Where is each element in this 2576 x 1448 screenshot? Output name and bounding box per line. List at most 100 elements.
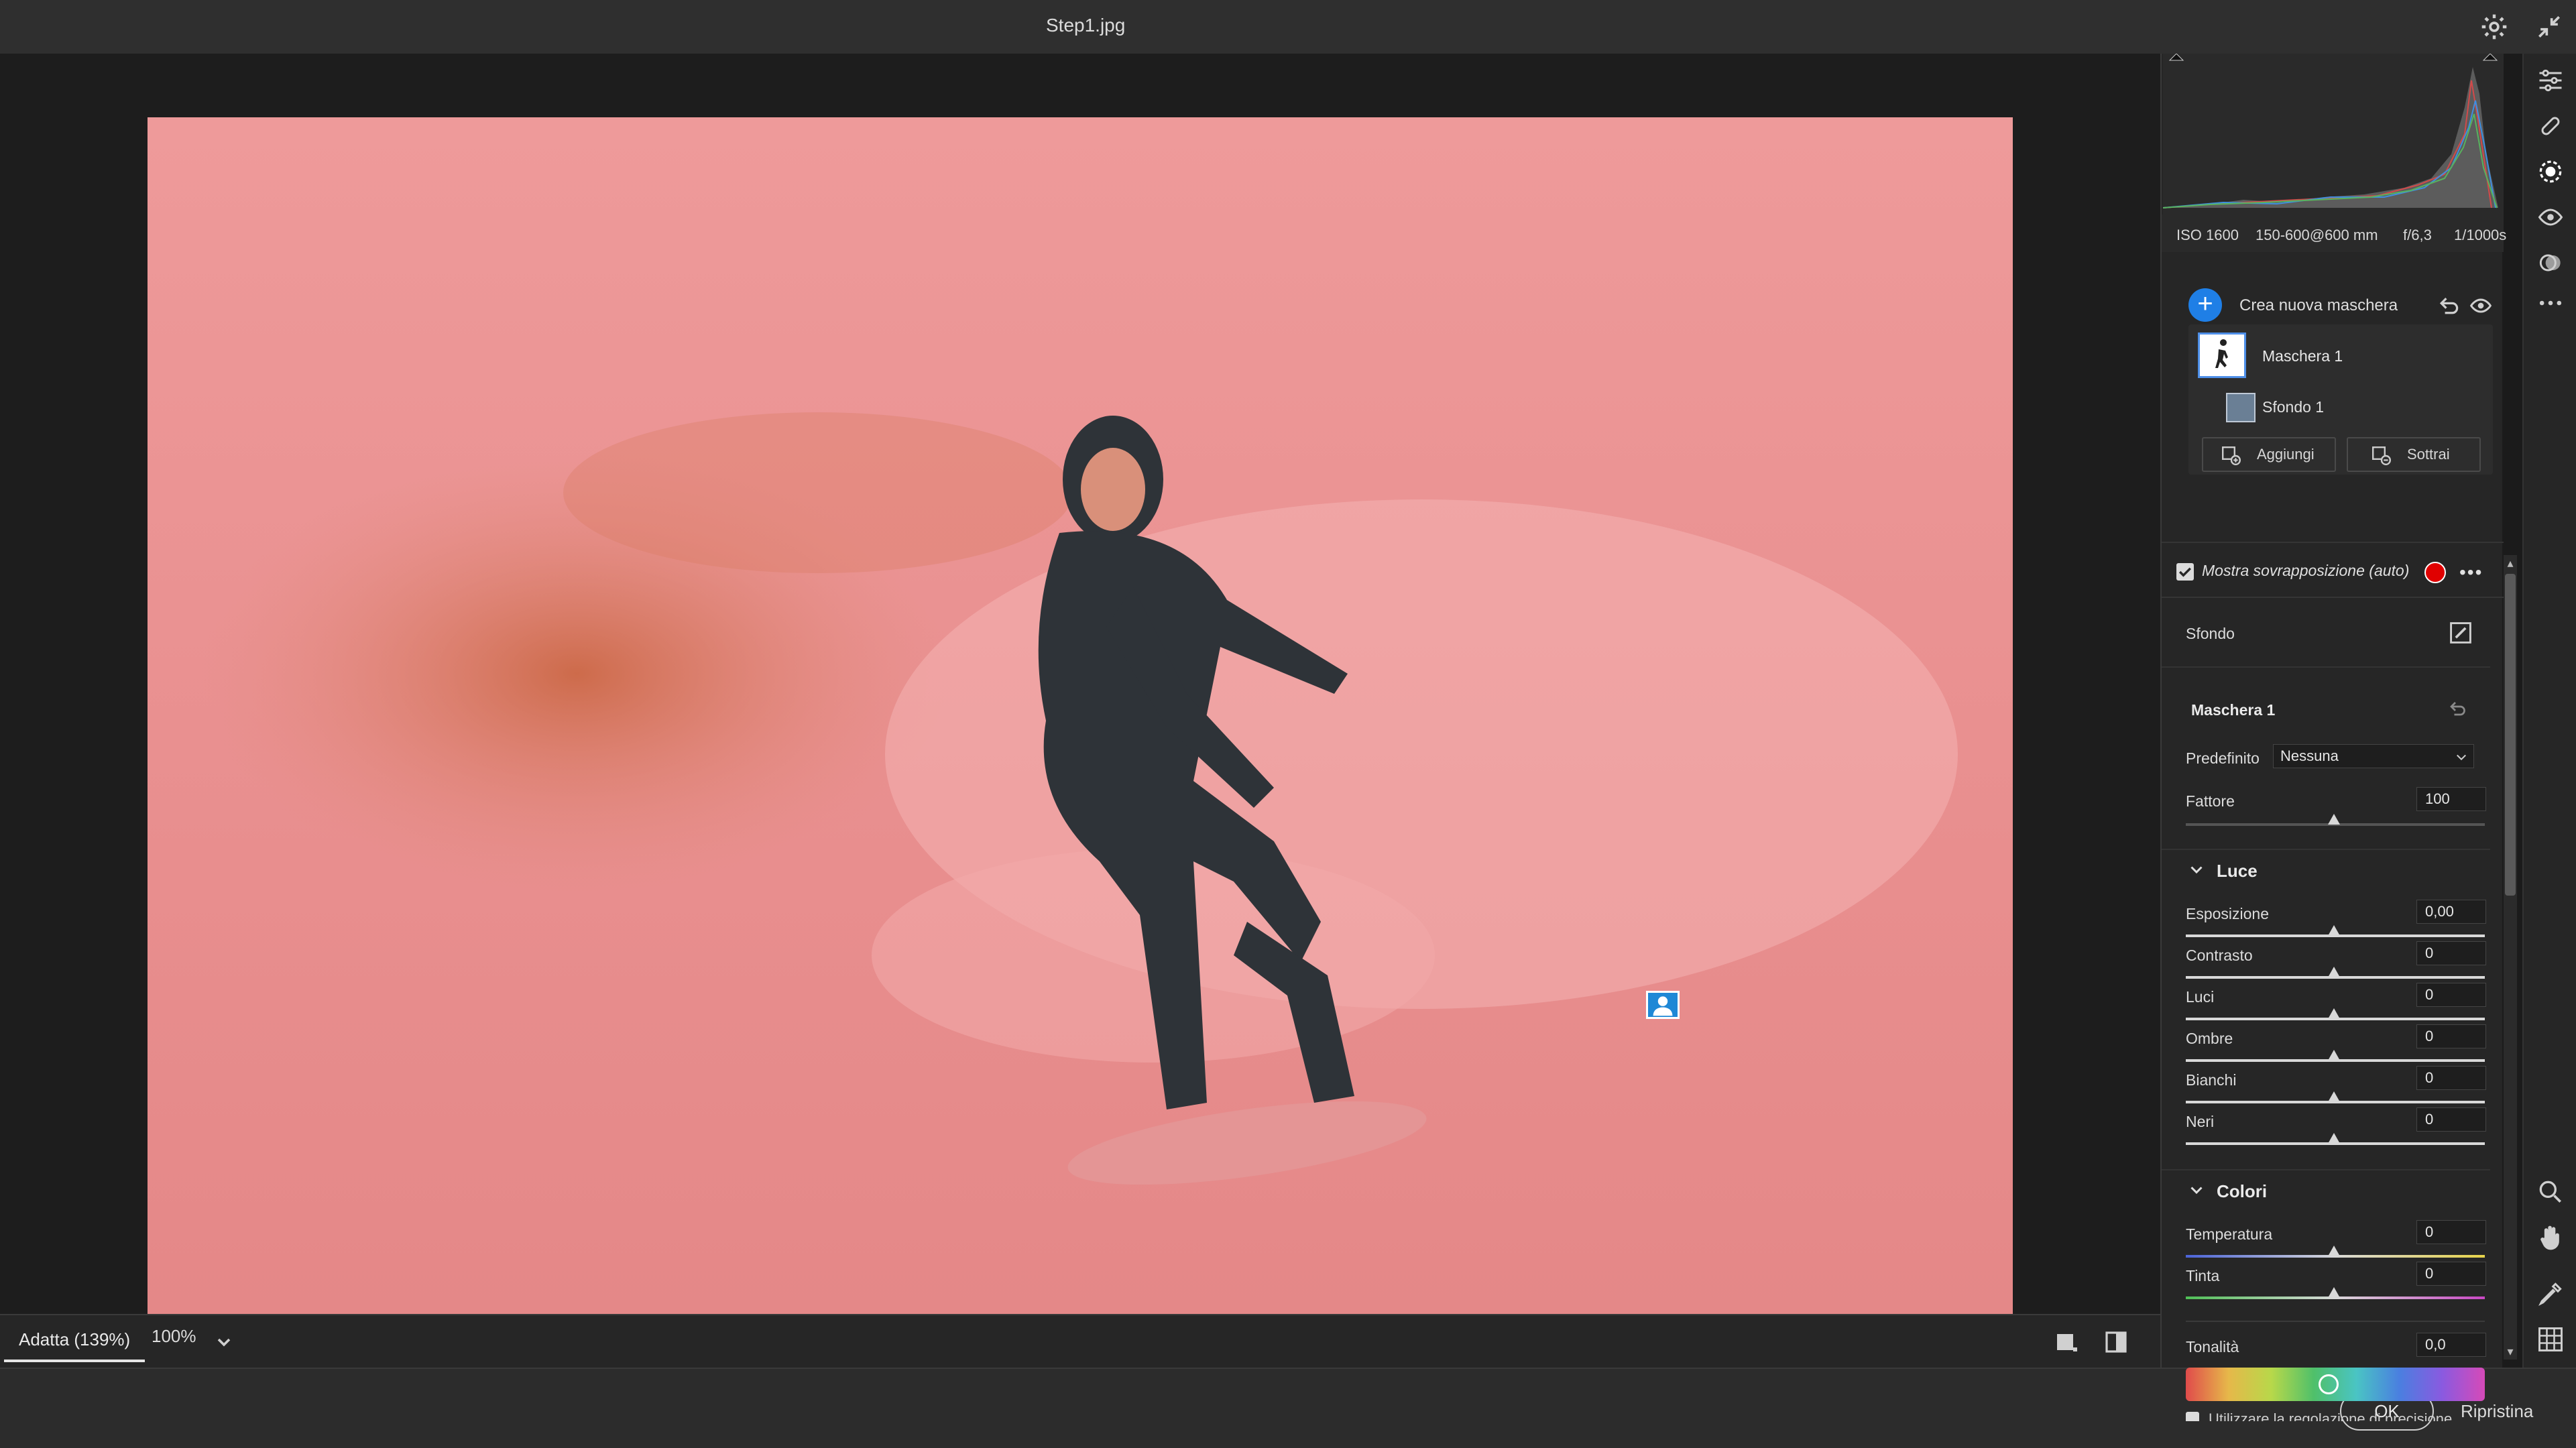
whites-slider-thumb[interactable] — [2328, 1091, 2340, 1102]
photo-preview[interactable] — [148, 117, 2013, 1360]
preset-value: Nessuna — [2280, 747, 2339, 764]
exposure-value[interactable]: 0,00 — [2416, 900, 2486, 924]
contrast-slider-thumb[interactable] — [2328, 967, 2340, 977]
divider — [2186, 1321, 2485, 1322]
histogram — [2162, 53, 2504, 215]
highlights-label: Luci — [2186, 988, 2215, 1006]
exif-lens: 150-600@600 mm — [2256, 227, 2378, 243]
exif-info: ISO 1600 150-600@600 mm f/6,3 1/1000s — [2162, 215, 2506, 252]
subtract-mask-icon — [2372, 446, 2391, 465]
more-options-icon[interactable]: ••• — [2459, 562, 2483, 583]
light-section-header[interactable]: Luce — [2162, 849, 2490, 889]
tint-slider-thumb[interactable] — [2328, 1287, 2340, 1298]
mask1-label[interactable]: Maschera 1 — [2262, 347, 2343, 365]
contrast-value[interactable]: 0 — [2416, 941, 2486, 965]
shadows-slider-thumb[interactable] — [2328, 1050, 2340, 1061]
factor-slider-thumb[interactable] — [2328, 814, 2340, 825]
right-panel: ISO 1600 150-600@600 mm f/6,3 1/1000s + … — [2160, 53, 2506, 1421]
scrollbar-thumb[interactable] — [2505, 574, 2516, 896]
hue-slider[interactable] — [2186, 1368, 2485, 1401]
shadows-label: Ombre — [2186, 1030, 2233, 1047]
factor-value[interactable]: 100 — [2416, 787, 2486, 811]
scroll-up-icon[interactable]: ▴ — [2504, 555, 2517, 571]
refine-label: Utilizzare la regolazione di precisione — [2209, 1410, 2453, 1421]
blacks-slider-thumb[interactable] — [2328, 1133, 2340, 1144]
background1-label[interactable]: Sfondo 1 — [2262, 398, 2324, 416]
masking-icon[interactable] — [2536, 157, 2565, 186]
overlay-checkbox[interactable] — [2176, 563, 2194, 581]
whites-value[interactable]: 0 — [2416, 1066, 2486, 1090]
healing-brush-icon[interactable] — [2536, 111, 2565, 141]
add-button[interactable]: Aggiungi — [2202, 437, 2336, 472]
refine-checkbox[interactable] — [2186, 1412, 2199, 1421]
add-button-label: Aggiungi — [2257, 446, 2315, 463]
tint-value[interactable]: 0 — [2416, 1262, 2486, 1286]
chevron-down-icon — [2190, 1187, 2203, 1195]
zoom-bar: Adatta (139%) 100% — [0, 1314, 2160, 1368]
tint-label: Tinta — [2186, 1267, 2220, 1284]
whites-label: Bianchi — [2186, 1071, 2237, 1089]
eyedropper-icon[interactable] — [2536, 1279, 2565, 1309]
hue-value[interactable]: 0,0 — [2416, 1333, 2486, 1357]
add-mask-icon — [2222, 446, 2241, 465]
preset-dropdown[interactable]: Nessuna — [2273, 744, 2474, 768]
panel-scrollbar[interactable]: ▴ ▾ — [2504, 555, 2517, 1360]
overlay-row: Mostra sovrapposizione (auto) ••• — [2162, 542, 2504, 598]
highlights-slider-thumb[interactable] — [2328, 1008, 2340, 1019]
canvas-area — [0, 54, 2160, 1360]
title-bar: Step1.jpg — [0, 0, 2576, 54]
hue-label: Tonalità — [2186, 1338, 2239, 1355]
zoom-icon[interactable] — [2536, 1177, 2565, 1207]
scroll-down-icon[interactable]: ▾ — [2504, 1343, 2517, 1360]
mask-list: Maschera 1 Sfondo 1 Aggiungi Sottrai — [2188, 324, 2493, 475]
exposure-label: Esposizione — [2186, 905, 2270, 922]
edit-sliders-icon[interactable] — [2536, 66, 2565, 95]
gear-icon[interactable] — [2479, 12, 2509, 42]
chevron-down-icon — [2457, 754, 2466, 761]
subtract-button-label: Sottrai — [2407, 446, 2450, 463]
edit-mask-icon[interactable] — [2449, 621, 2473, 645]
colors-section-header[interactable]: Colori — [2162, 1169, 2490, 1209]
blacks-label: Neri — [2186, 1113, 2215, 1130]
preset-label: Predefinito — [2186, 749, 2260, 767]
collapse-icon[interactable] — [2534, 12, 2564, 42]
mask-pin-icon[interactable] — [1646, 991, 1680, 1019]
contrast-label: Contrasto — [2186, 947, 2253, 964]
background-section[interactable]: Sfondo — [2162, 598, 2490, 668]
presets-icon[interactable] — [2536, 248, 2565, 278]
create-mask-label[interactable]: Crea nuova maschera — [2239, 296, 2398, 315]
exif-iso: ISO 1600 — [2176, 227, 2239, 243]
undo-icon[interactable] — [2437, 294, 2461, 318]
exif-aperture: f/6,3 — [2403, 227, 2432, 243]
mask1-thumbnail[interactable] — [2198, 333, 2246, 378]
temperature-value[interactable]: 0 — [2416, 1220, 2486, 1244]
overlay-color-swatch[interactable] — [2424, 562, 2446, 583]
subtract-button[interactable]: Sottrai — [2347, 437, 2481, 472]
factor-label: Fattore — [2186, 792, 2235, 810]
zoom-100-button[interactable]: 100% — [152, 1326, 196, 1347]
create-mask-button[interactable]: + — [2188, 288, 2222, 322]
overlay-label[interactable]: Mostra sovrapposizione (auto) — [2202, 562, 2409, 580]
reset-mask-icon[interactable] — [2447, 699, 2467, 719]
hand-icon[interactable] — [2536, 1223, 2565, 1252]
eye-icon[interactable] — [2469, 294, 2493, 318]
blacks-value[interactable]: 0 — [2416, 1107, 2486, 1132]
mask-settings — [2162, 668, 2490, 676]
zoom-fit-button[interactable]: Adatta (139%) — [4, 1319, 145, 1362]
temperature-slider-thumb[interactable] — [2328, 1246, 2340, 1256]
grid-icon[interactable] — [2536, 1325, 2565, 1354]
colors-section-title: Colori — [2217, 1181, 2268, 1201]
light-section-title: Luce — [2217, 861, 2258, 881]
shadows-value[interactable]: 0 — [2416, 1024, 2486, 1048]
highlights-value[interactable]: 0 — [2416, 983, 2486, 1007]
background1-thumbnail[interactable] — [2226, 393, 2256, 422]
split-view-icon[interactable] — [2103, 1329, 2129, 1355]
window-title: Step1.jpg — [1046, 15, 1126, 36]
chevron-down-icon[interactable] — [213, 1329, 235, 1355]
red-eye-icon[interactable] — [2536, 202, 2565, 232]
single-view-icon[interactable] — [2053, 1329, 2080, 1355]
hue-slider-thumb[interactable] — [2319, 1374, 2339, 1394]
exposure-slider-thumb[interactable] — [2328, 925, 2340, 936]
more-tools-icon[interactable] — [2536, 288, 2565, 318]
mask-settings-title: Maschera 1 — [2191, 701, 2276, 719]
